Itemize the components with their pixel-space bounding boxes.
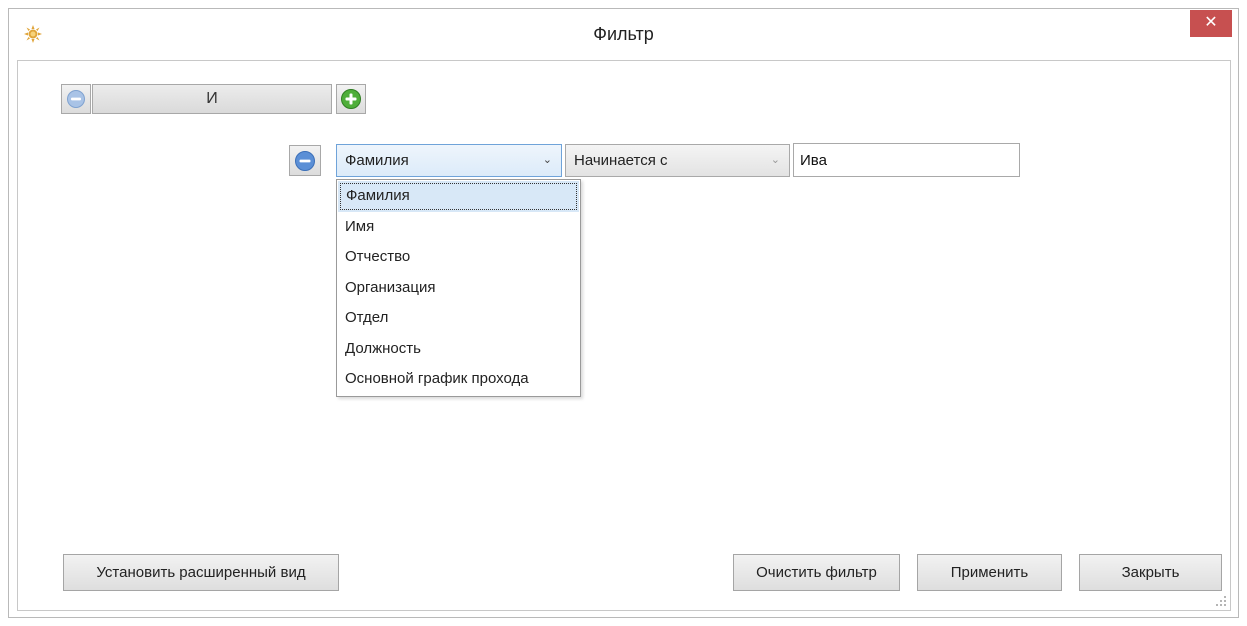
operator-select-value: Начинается с xyxy=(574,152,668,169)
minus-circle-icon xyxy=(295,150,315,171)
dropdown-option[interactable]: Должность xyxy=(337,334,580,365)
dropdown-option[interactable]: Имя xyxy=(337,212,580,243)
filter-panel: И Фамилия ⌄ Начинается с ⌄ Фамил xyxy=(17,60,1231,611)
title-bar: Фильтр ✕ xyxy=(9,9,1238,60)
add-condition-button[interactable] xyxy=(336,84,366,114)
clear-filter-button[interactable]: Очистить фильтр xyxy=(733,554,900,591)
dropdown-option[interactable]: Отчество xyxy=(337,242,580,273)
close-button[interactable]: Закрыть xyxy=(1079,554,1222,591)
minus-circle-icon xyxy=(67,90,85,108)
filter-window: Фильтр ✕ И Фамилия ⌄ Начинается с ⌄ Ива … xyxy=(8,8,1239,618)
field-select-value: Фамилия xyxy=(345,152,409,169)
close-icon: ✕ xyxy=(1204,14,1218,31)
dropdown-option[interactable]: Основной график прохода xyxy=(337,364,580,395)
window-title: Фильтр xyxy=(593,24,654,44)
apply-button[interactable]: Применить xyxy=(917,554,1062,591)
field-dropdown-list: Фамилия Имя Отчество Организация Отдел Д… xyxy=(336,179,581,397)
advanced-view-button[interactable]: Установить расширенный вид xyxy=(63,554,339,591)
plus-circle-icon xyxy=(341,89,361,109)
operator-select[interactable]: Начинается с ⌄ xyxy=(565,144,790,177)
resize-grip-icon[interactable] xyxy=(1215,595,1227,607)
chevron-down-icon: ⌄ xyxy=(542,154,552,166)
logic-operator-button[interactable]: И xyxy=(92,84,332,114)
filter-value-input[interactable] xyxy=(793,143,1020,177)
dropdown-option[interactable]: Фамилия xyxy=(338,181,579,212)
field-select[interactable]: Фамилия ⌄ xyxy=(336,144,562,177)
window-close-button[interactable]: ✕ xyxy=(1190,10,1232,37)
dropdown-option[interactable]: Организация xyxy=(337,273,580,304)
dropdown-option[interactable]: Отдел xyxy=(337,303,580,334)
remove-condition-button[interactable] xyxy=(289,145,321,176)
remove-group-button[interactable] xyxy=(61,84,91,114)
chevron-down-icon: ⌄ xyxy=(770,154,780,166)
